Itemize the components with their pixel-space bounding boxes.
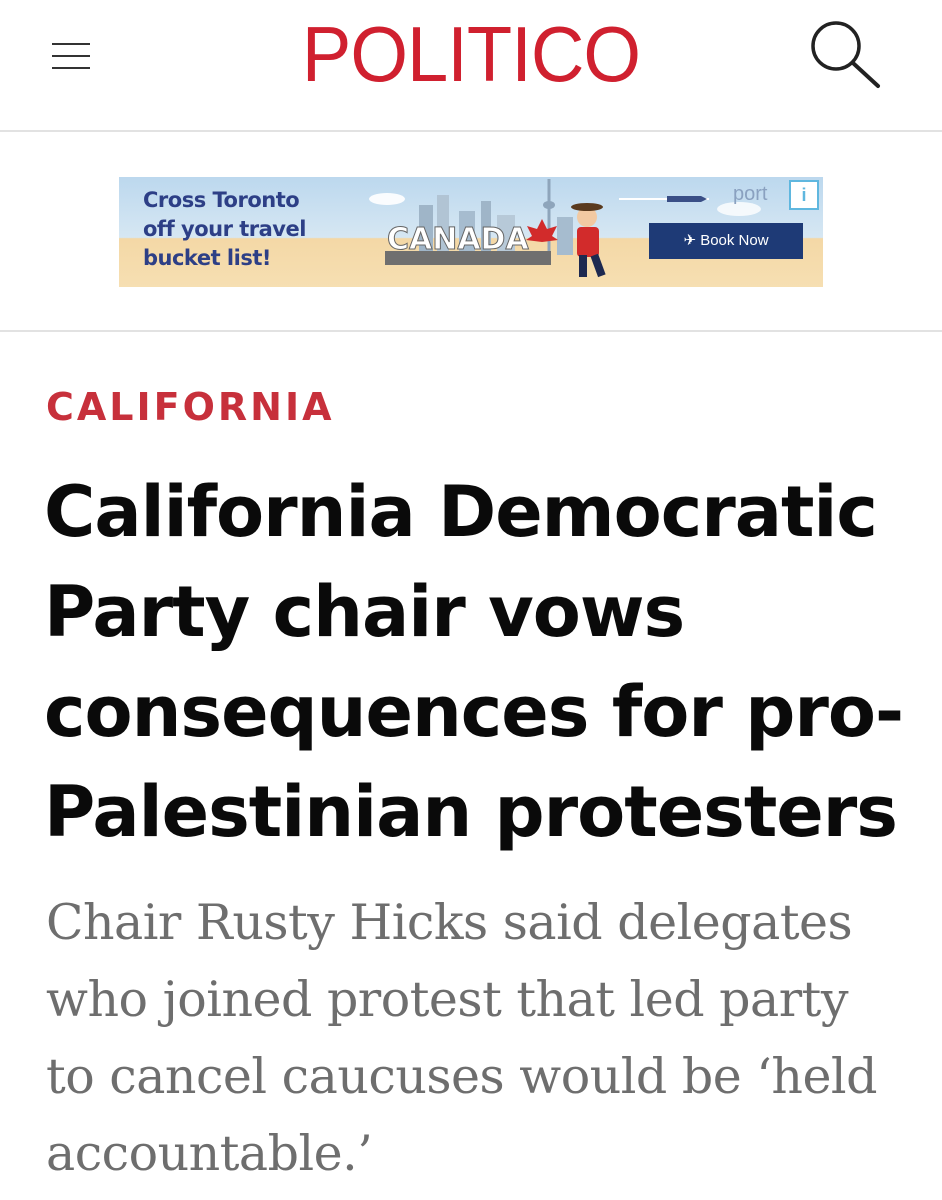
- advertisement-banner[interactable]: CANADA Cross Toronto off your travel buc…: [119, 177, 823, 287]
- headline-line: California Democratic: [44, 471, 878, 553]
- plane-icon: ✈: [683, 232, 697, 249]
- book-now-button[interactable]: ✈ Book Now: [649, 223, 803, 259]
- subhead-line: Chair Rusty Hicks said delegates: [46, 894, 853, 951]
- politico-logo[interactable]: POLITICO: [24, 14, 919, 94]
- adchoices-icon[interactable]: i: [789, 180, 819, 210]
- headline-line: consequences for pro-: [44, 671, 904, 753]
- subhead-line: to cancel caucuses would be ‘held: [46, 1048, 877, 1105]
- ad-container: CANADA Cross Toronto off your travel buc…: [0, 134, 942, 332]
- subhead-line: accountable.’: [46, 1125, 373, 1182]
- section-kicker[interactable]: CALIFORNIA: [46, 384, 335, 430]
- article-subheadline: Chair Rusty Hicks said delegates who joi…: [46, 884, 906, 1192]
- ad-brand-name: port: [733, 183, 768, 205]
- svg-text:CANADA: CANADA: [387, 222, 529, 257]
- search-icon[interactable]: [806, 16, 884, 90]
- headline-line: Palestinian protesters: [44, 771, 898, 853]
- site-header: POLITICO: [0, 0, 942, 132]
- article-headline: California Democratic Party chair vows c…: [44, 462, 914, 862]
- ad-headline: Cross Toronto off your travel bucket lis…: [143, 188, 306, 270]
- subhead-line: who joined protest that led party: [46, 971, 849, 1028]
- headline-line: Party chair vows: [44, 571, 685, 653]
